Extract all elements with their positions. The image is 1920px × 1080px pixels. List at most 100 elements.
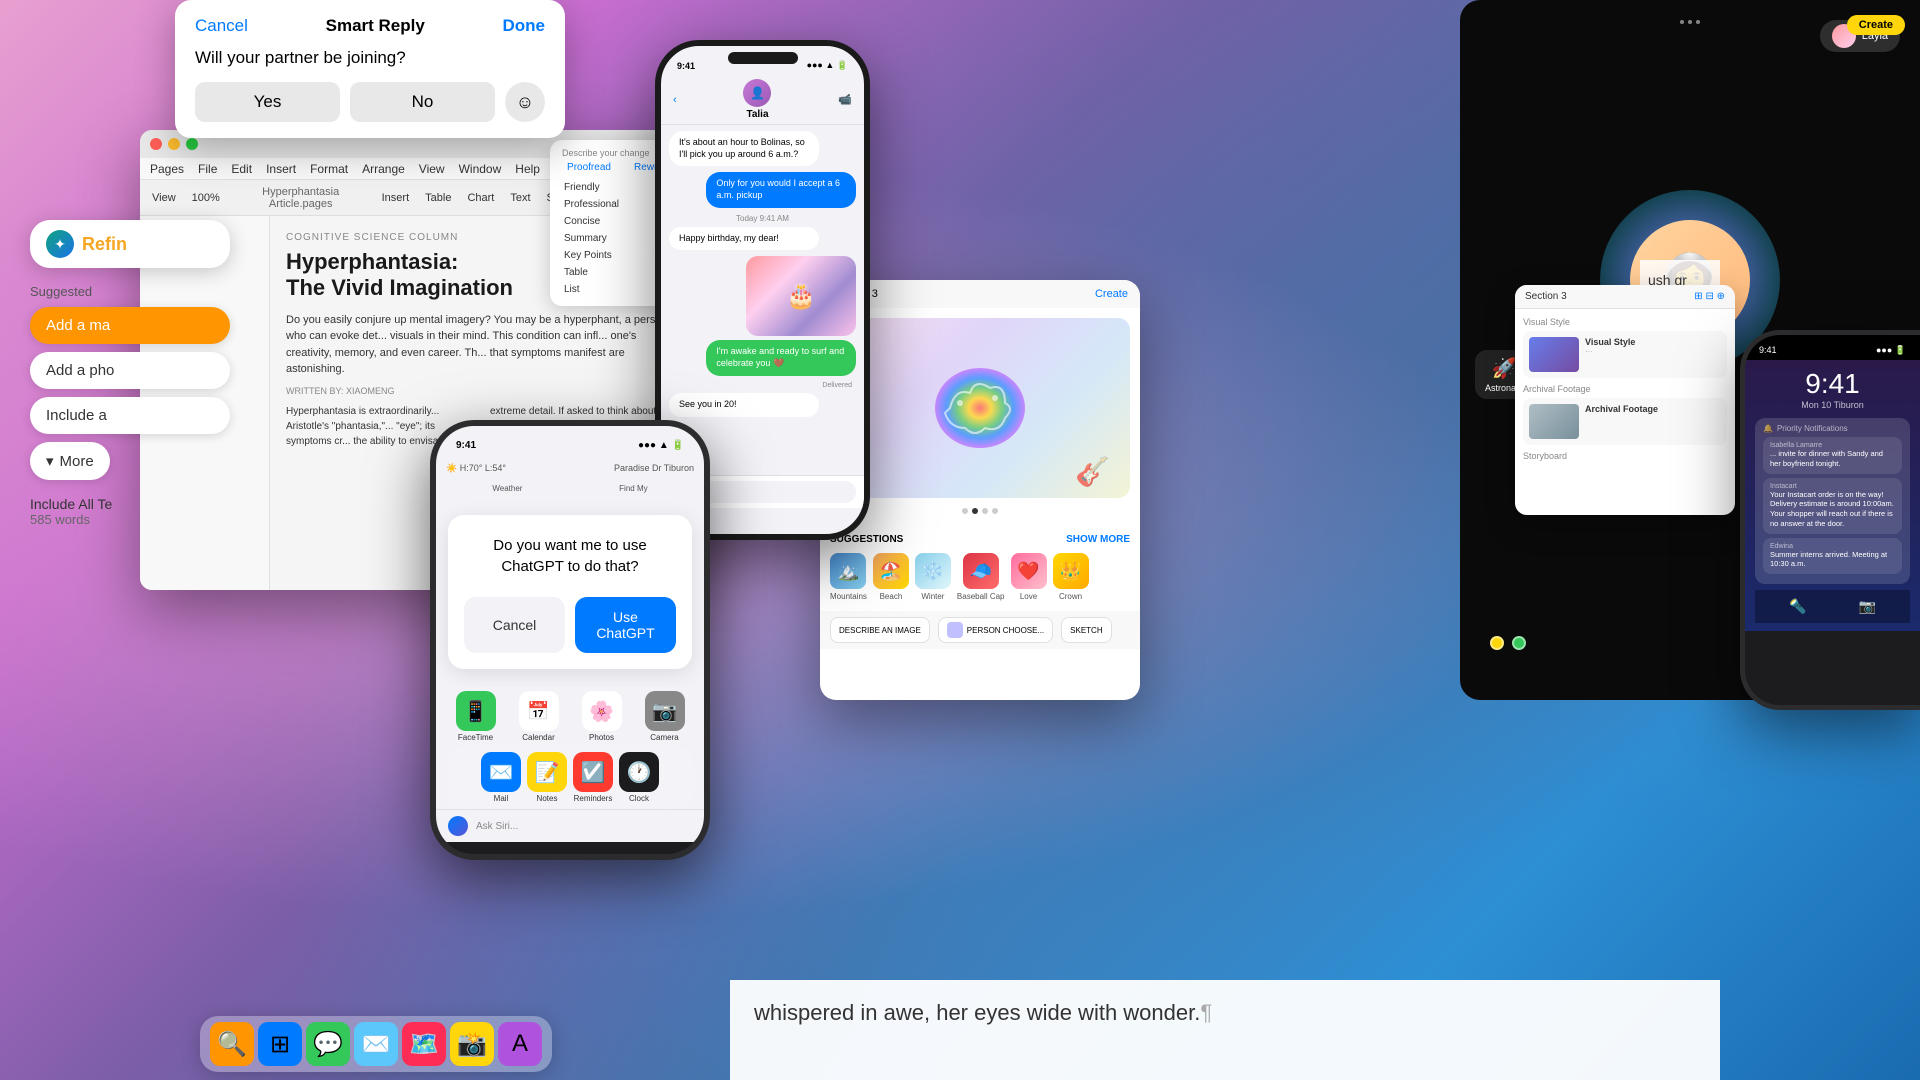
photos-label: Photos (582, 733, 622, 742)
menu-view[interactable]: View (419, 162, 445, 176)
mail-app[interactable]: ✉️ Mail (481, 752, 521, 803)
contact-avatar[interactable]: 👤 (743, 79, 771, 107)
gen-dots (830, 508, 1130, 514)
gen-dot-4[interactable] (992, 508, 998, 514)
dock-messages[interactable]: 💬 (306, 1022, 350, 1066)
describe-image-btn[interactable]: DESCRIBE AN IMAGE (830, 617, 930, 643)
menu-insert[interactable]: Insert (266, 162, 296, 176)
bottom-text-doc: whispered in awe, her eyes wide with won… (730, 980, 1720, 1080)
notes-icon: 📝 (527, 752, 567, 792)
dock-mail[interactable]: ✉️ (354, 1022, 398, 1066)
notification-1[interactable]: Isabella Lamarre ... invite for dinner w… (1763, 437, 1902, 474)
chip-crown[interactable]: 👑 Crown (1053, 553, 1089, 601)
siri-input[interactable]: Ask Siri... (476, 821, 518, 832)
mountains-icon: 🏔️ (830, 553, 866, 589)
chatgpt-dialog-btns: Cancel Use ChatGPT (464, 597, 676, 653)
dots-indicator (1680, 20, 1700, 24)
chip-beach[interactable]: 🏖️ Beach (873, 553, 909, 601)
back-button[interactable]: ‹ (673, 94, 677, 106)
toolbar-chart[interactable]: Chart (467, 192, 494, 204)
person-choose-btn[interactable]: PERSON CHOOSE... (938, 617, 1053, 643)
show-more-btn[interactable]: SHOW MORE (1066, 534, 1130, 545)
flashlight-icon[interactable]: 🔦 (1789, 598, 1806, 615)
beach-icon: 🏖️ (873, 553, 909, 589)
camera-lock-icon[interactable]: 📷 (1859, 598, 1876, 615)
menu-help[interactable]: Help (515, 162, 540, 176)
toolbar-view[interactable]: View (152, 192, 176, 204)
vs-title-2: Archival Footage (1585, 404, 1721, 414)
add-map-btn[interactable]: Add a ma (30, 307, 230, 344)
smart-reply-cancel-btn[interactable]: Cancel (195, 16, 248, 36)
toolbar-text[interactable]: Text (510, 192, 530, 204)
camera-app[interactable]: 📷 Camera (645, 691, 685, 742)
gen-dot-3[interactable] (982, 508, 988, 514)
create-btn-ipad[interactable]: Create (1095, 288, 1128, 300)
toolbar-table[interactable]: Table (425, 192, 451, 204)
notification-2[interactable]: Instacart Your Instacart order is on the… (1763, 478, 1902, 534)
menu-format[interactable]: Format (310, 162, 348, 176)
sketch-btn[interactable]: SKETCH (1061, 617, 1111, 643)
notes-app[interactable]: 📝 Notes (527, 752, 567, 803)
calendar-app[interactable]: 📅 Calendar (519, 691, 559, 742)
smart-reply-done-btn[interactable]: Done (503, 16, 546, 36)
chip-winter[interactable]: ❄️ Winter (915, 553, 951, 601)
minimize-btn[interactable] (168, 138, 180, 150)
chip-baseball[interactable]: 🧢 Baseball Cap (957, 553, 1005, 601)
close-btn[interactable] (150, 138, 162, 150)
clock-app[interactable]: 🕐 Clock (619, 752, 659, 803)
vs-icons[interactable]: ⊞ ⊟ ⊕ (1694, 291, 1725, 302)
message-input[interactable] (690, 481, 856, 503)
dock-finder[interactable]: 🔍 (210, 1022, 254, 1066)
add-photo-btn[interactable]: Add a pho (30, 352, 230, 389)
chip-love[interactable]: ❤️ Love (1011, 553, 1047, 601)
use-chatgpt-btn[interactable]: Use ChatGPT (575, 597, 676, 653)
archival-label: Archival Footage (1523, 384, 1727, 394)
notes-label: Notes (527, 794, 567, 803)
more-btn[interactable]: ▾ More (30, 442, 110, 480)
color-circle-yellow[interactable] (1490, 636, 1504, 650)
menu-arrange[interactable]: Arrange (362, 162, 405, 176)
menu-window[interactable]: Window (459, 162, 502, 176)
guitar-icon: 🎸 (1075, 455, 1110, 488)
dock-photos[interactable]: 📸 (450, 1022, 494, 1066)
generated-image-preview: 🎸 (830, 318, 1130, 498)
chip-mountains[interactable]: 🏔️ Mountains (830, 553, 867, 601)
dialog-cancel-btn[interactable]: Cancel (464, 597, 565, 653)
baseball-icon: 🧢 (963, 553, 999, 589)
photos-icon: 🌸 (582, 691, 622, 731)
photos-app[interactable]: 🌸 Photos (582, 691, 622, 742)
dock-launchpad[interactable]: ⊞ (258, 1022, 302, 1066)
no-button[interactable]: No (350, 82, 495, 122)
reminders-app[interactable]: ☑️ Reminders (573, 752, 613, 803)
vs-card-1[interactable]: Visual Style ··· (1523, 331, 1727, 378)
proofread-btn[interactable]: Proofread (558, 162, 620, 173)
yes-button[interactable]: Yes (195, 82, 340, 122)
dock-appstore[interactable]: A (498, 1022, 542, 1066)
emoji-button[interactable]: ☺ (505, 82, 545, 122)
facetime-app[interactable]: 📱 FaceTime (456, 691, 496, 742)
smart-reply-card: Cancel Smart Reply Done Will your partne… (175, 0, 565, 138)
menu-edit[interactable]: Edit (231, 162, 252, 176)
toolbar-insert[interactable]: Insert (382, 192, 410, 204)
create-btn[interactable]: Create (1847, 15, 1905, 35)
notif-app-2: Instacart (1770, 483, 1895, 490)
notification-3[interactable]: Edwina Summer interns arrived. Meeting a… (1763, 538, 1902, 575)
include-btn[interactable]: Include a (30, 397, 230, 434)
chatgpt-bg-header: ☀️ H:70° L:54° Paradise Dr Tiburon (436, 457, 704, 480)
chatgpt-logo-btn[interactable]: ✦ Refin (30, 220, 230, 268)
winter-label: Winter (921, 592, 944, 601)
gen-dot-1[interactable] (962, 508, 968, 514)
color-circle-green[interactable] (1512, 636, 1526, 650)
dock-maps[interactable]: 🗺️ (402, 1022, 446, 1066)
vs-sub-1: ··· (1585, 347, 1721, 356)
video-call-btn[interactable]: 📹 (838, 93, 852, 106)
menu-pages[interactable]: Pages (150, 162, 184, 176)
menu-file[interactable]: File (198, 162, 217, 176)
gen-dot-2[interactable] (972, 508, 978, 514)
delivered-label: Delivered (669, 382, 856, 389)
weather-app[interactable]: Weather (492, 484, 522, 493)
findmy-app[interactable]: Find My (619, 484, 647, 493)
app-row-1: 📱 FaceTime 📅 Calendar 🌸 Photos 📷 Camera (436, 687, 704, 746)
vs-card-2[interactable]: Archival Footage (1523, 398, 1727, 445)
maximize-btn[interactable] (186, 138, 198, 150)
